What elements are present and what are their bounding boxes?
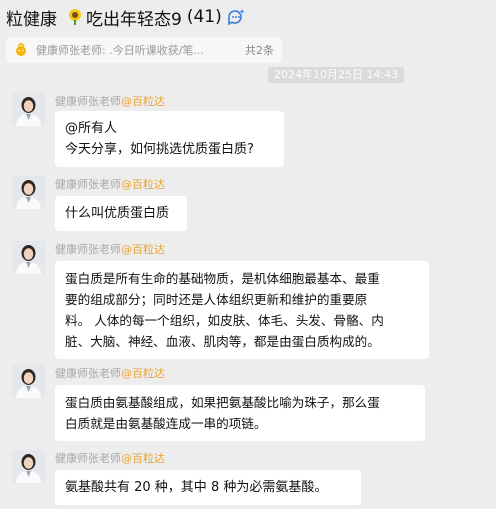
chat-header: 粒健康 吃出年轻态9 (41) — [0, 0, 496, 34]
message-bubble[interactable]: 氨基酸共有 20 种，其中 8 种为必需氨基酸。 — [55, 470, 361, 505]
avatar[interactable] — [12, 93, 45, 126]
sender-name[interactable]: 健康师张老师 — [55, 178, 121, 191]
message-line: 白质就是由氨基酸连成一串的项链。 — [65, 416, 267, 431]
announcement-count: 共2条 — [245, 44, 274, 57]
avatar[interactable] — [12, 241, 45, 274]
sender-label: 健康师张老师@百粒达 — [55, 365, 165, 381]
group-subtitle: 吃出年轻态9 — [86, 9, 182, 30]
message-line: 料。 人体的每一个组织，如皮肤、体毛、头发、骨骼、内 — [65, 313, 384, 328]
sender-label: 健康师张老师@百粒达 — [55, 450, 165, 466]
sender-tag: @百粒达 — [121, 243, 165, 256]
group-announcement-bar[interactable]: 健康师张老师: .今日听课收获/笔... 共2条 — [6, 37, 282, 63]
sender-label: 健康师张老师@百粒达 — [55, 93, 165, 109]
message-bubble[interactable]: 蛋白质是所有生命的基础物质，是机体细胞最基本、最重 要的组成部分；同时还是人体组… — [55, 261, 429, 359]
sender-name[interactable]: 健康师张老师 — [55, 367, 121, 380]
sender-label: 健康师张老师@百粒达 — [55, 176, 165, 192]
message-line: 蛋白质是所有生命的基础物质，是机体细胞最基本、最重 — [65, 271, 380, 286]
sender-tag: @百粒达 — [121, 95, 165, 108]
message-line: 脏、大脑、神经、血液、肌肉等，都是由蛋白质构成的。 — [65, 334, 380, 349]
announcement-icon — [16, 43, 26, 56]
message-bubble[interactable]: 蛋白质由氨基酸组成，如果把氨基酸比喻为珠子，那么蛋 白质就是由氨基酸连成一串的项… — [55, 385, 425, 441]
avatar[interactable] — [12, 176, 45, 209]
sender-label: 健康师张老师@百粒达 — [55, 241, 165, 257]
sender-name[interactable]: 健康师张老师 — [55, 95, 121, 108]
message-timestamp: 2024年10月25日 14:43 — [268, 67, 405, 83]
message-line: @所有人 — [65, 121, 118, 136]
ai-summary-icon[interactable] — [226, 8, 246, 26]
message-line: 今天分享，如何挑选优质蛋白质? — [65, 142, 254, 157]
sender-tag: @百粒达 — [121, 367, 165, 380]
message-line: 要的组成部分；同时还是人体组织更新和维护的重要原 — [65, 292, 368, 307]
group-name: 粒健康 — [6, 9, 57, 30]
avatar[interactable] — [12, 365, 45, 398]
sender-tag: @百粒达 — [121, 452, 165, 465]
message-line: 什么叫优质蛋白质 — [65, 206, 170, 221]
message-bubble[interactable]: @所有人 今天分享，如何挑选优质蛋白质? — [55, 111, 284, 167]
message-bubble[interactable]: 什么叫优质蛋白质 — [55, 196, 187, 231]
member-count[interactable]: (41) — [187, 7, 222, 27]
sender-tag: @百粒达 — [121, 178, 165, 191]
sender-name[interactable]: 健康师张老师 — [55, 243, 121, 256]
avatar[interactable] — [12, 450, 45, 483]
sunflower-emoji-icon — [67, 9, 83, 25]
message-line: 氨基酸共有 20 种，其中 8 种为必需氨基酸。 — [65, 480, 328, 495]
message-line: 蛋白质由氨基酸组成，如果把氨基酸比喻为珠子，那么蛋 — [65, 395, 380, 410]
announcement-text: 健康师张老师: .今日听课收获/笔... — [36, 44, 204, 57]
sender-name[interactable]: 健康师张老师 — [55, 452, 121, 465]
